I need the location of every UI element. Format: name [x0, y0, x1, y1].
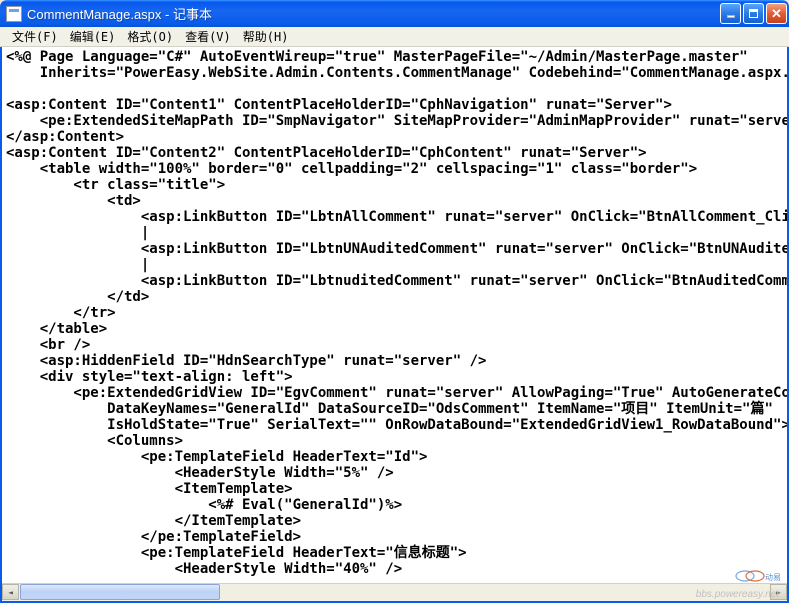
text-editor[interactable]: <%@ Page Language="C#" AutoEventWireup="…	[0, 47, 789, 583]
menubar: 文件(F) 编辑(E) 格式(O) 查看(V) 帮助(H)	[0, 27, 789, 47]
scroll-track[interactable]	[221, 584, 770, 600]
horizontal-scrollbar[interactable]: ◄ ►	[2, 583, 787, 600]
bottom-area: ◄ ► 动易 bbs.powereasy.net	[0, 583, 789, 603]
menu-format[interactable]: 格式(O)	[121, 26, 179, 47]
menu-file[interactable]: 文件(F)	[6, 26, 64, 47]
menu-view[interactable]: 查看(V)	[179, 26, 237, 47]
maximize-button[interactable]	[743, 3, 764, 24]
titlebar: CommentManage.aspx - 记事本 ✕	[0, 0, 789, 27]
app-icon	[6, 6, 22, 22]
watermark-text: bbs.powereasy.net	[696, 589, 779, 600]
minimize-button[interactable]	[720, 3, 741, 24]
close-button[interactable]: ✕	[766, 3, 787, 24]
menu-help[interactable]: 帮助(H)	[237, 26, 295, 47]
menu-edit[interactable]: 编辑(E)	[64, 26, 122, 47]
window-title: CommentManage.aspx - 记事本	[27, 4, 720, 23]
window-controls: ✕	[720, 3, 787, 24]
svg-text:动易: 动易	[765, 572, 781, 582]
watermark-logo-icon: 动易	[735, 570, 781, 583]
scroll-thumb[interactable]	[20, 584, 220, 600]
scroll-left-button[interactable]: ◄	[2, 584, 19, 600]
